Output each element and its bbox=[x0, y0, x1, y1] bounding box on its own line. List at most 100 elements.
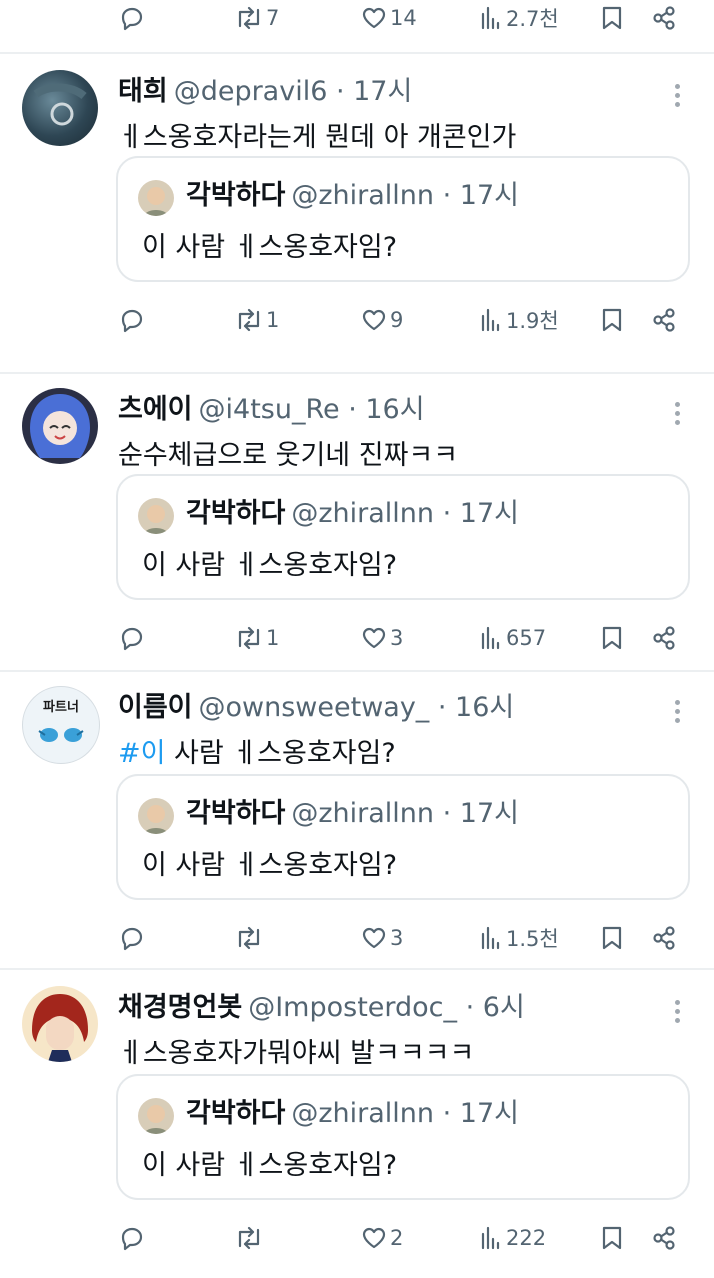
views-count: 657 bbox=[506, 626, 547, 650]
display-name[interactable]: 채경명언봇 bbox=[118, 992, 242, 1023]
quoted-text: 이 사람 ㅔ스옹호자임? bbox=[142, 850, 398, 881]
retweet-button[interactable]: 1 bbox=[234, 618, 279, 658]
display-name[interactable]: 츠에이 bbox=[118, 394, 193, 425]
quoted-tweet[interactable]: 각박하다 @zhirallnn · 17시 이 사람 ㅔ스옹호자임? bbox=[116, 474, 690, 600]
bookmark-icon bbox=[602, 308, 622, 332]
handle-and-time[interactable]: @Imposterdoc_ · 6시 bbox=[248, 992, 525, 1023]
retweet-count: 1 bbox=[266, 626, 280, 650]
tweet[interactable]: 채경명언봇 @Imposterdoc_ · 6시 ㅔ스옹호자가뭐야씨 발ㅋㅋㅋㅋ … bbox=[0, 986, 714, 1276]
like-button[interactable]: 2 bbox=[360, 1218, 403, 1258]
bookmark-icon bbox=[602, 926, 622, 950]
views-button[interactable]: 2.7천 bbox=[478, 0, 559, 38]
views-icon bbox=[481, 1226, 500, 1250]
avatar[interactable] bbox=[22, 70, 98, 146]
quoted-avatar bbox=[138, 180, 174, 216]
tweet-header: 츠에이 @i4tsu_Re · 16시 bbox=[118, 390, 425, 430]
retweet-icon bbox=[238, 926, 260, 950]
retweet-button[interactable] bbox=[234, 918, 266, 958]
share-button[interactable] bbox=[650, 300, 678, 340]
handle-and-time[interactable]: @ownsweetway_ · 16시 bbox=[199, 692, 515, 723]
quoted-tweet[interactable]: 각박하다 @zhirallnn · 17시 이 사람 ㅔ스옹호자임? bbox=[116, 156, 690, 282]
tweet-actions: 1 3 657 bbox=[0, 618, 714, 658]
views-icon bbox=[481, 626, 500, 650]
quoted-handle-and-time: @zhirallnn · 17시 bbox=[291, 798, 519, 829]
reply-icon bbox=[121, 7, 143, 31]
tweet-header: 채경명언봇 @Imposterdoc_ · 6시 bbox=[118, 988, 525, 1028]
hashtag-link[interactable]: #이 bbox=[118, 738, 165, 769]
quoted-text: 이 사람 ㅔ스옹호자임? bbox=[142, 1150, 398, 1181]
quoted-tweet[interactable]: 각박하다 @zhirallnn · 17시 이 사람 ㅔ스옹호자임? bbox=[116, 1074, 690, 1200]
avatar[interactable] bbox=[22, 388, 98, 464]
views-button[interactable]: 1.9천 bbox=[478, 300, 559, 340]
views-icon bbox=[481, 926, 500, 950]
more-options-icon[interactable] bbox=[666, 402, 688, 426]
handle-and-time[interactable]: @i4tsu_Re · 16시 bbox=[199, 394, 425, 425]
divider bbox=[0, 52, 714, 54]
share-button[interactable] bbox=[650, 0, 678, 38]
tweet-header: 이름이 @ownsweetway_ · 16시 bbox=[118, 688, 514, 728]
tweet[interactable]: 츠에이 @i4tsu_Re · 16시 순수체급으로 웃기네 진짜ㅋㅋ 각박하다 @… bbox=[0, 388, 714, 668]
tweet-text-rest: 사람 ㅔ스옹호자임? bbox=[165, 738, 396, 769]
display-name[interactable]: 태희 bbox=[118, 76, 168, 107]
reply-icon bbox=[121, 309, 143, 333]
more-options-icon[interactable] bbox=[666, 1000, 688, 1024]
share-button[interactable] bbox=[650, 1218, 678, 1258]
tweet-actions: 1 9 1.9천 bbox=[0, 300, 714, 340]
handle-and-time[interactable]: @depravil6 · 17시 bbox=[174, 76, 413, 107]
tweet-text: ㅔ스옹호자가뭐야씨 발ㅋㅋㅋㅋ bbox=[118, 1038, 475, 1069]
quoted-display-name: 각박하다 bbox=[186, 180, 286, 211]
previous-tweet-actions: 7 14 2.7천 bbox=[0, 0, 714, 52]
bookmark-button[interactable] bbox=[600, 0, 624, 38]
retweet-count: 1 bbox=[266, 308, 280, 332]
retweet-button[interactable]: 1 bbox=[234, 300, 279, 340]
like-button[interactable]: 9 bbox=[360, 300, 403, 340]
avatar-image bbox=[30, 394, 90, 458]
tweet-actions: 2 222 bbox=[0, 1218, 714, 1258]
heart-icon bbox=[362, 627, 386, 649]
like-count: 2 bbox=[390, 1226, 404, 1250]
reply-button[interactable] bbox=[118, 300, 146, 340]
quoted-display-name: 각박하다 bbox=[186, 798, 286, 829]
display-name[interactable]: 이름이 bbox=[118, 692, 193, 723]
like-button[interactable]: 3 bbox=[360, 618, 403, 658]
share-icon bbox=[653, 1226, 675, 1250]
bookmark-button[interactable] bbox=[600, 300, 624, 340]
retweet-button[interactable] bbox=[234, 1218, 266, 1258]
reply-button[interactable] bbox=[118, 0, 146, 38]
views-count: 2.7천 bbox=[506, 7, 559, 31]
more-options-icon[interactable] bbox=[666, 700, 688, 724]
quoted-handle-and-time: @zhirallnn · 17시 bbox=[291, 180, 519, 211]
bookmark-button[interactable] bbox=[600, 918, 624, 958]
like-button[interactable]: 3 bbox=[360, 918, 403, 958]
avatar[interactable]: 파트너 bbox=[22, 686, 100, 764]
quoted-avatar bbox=[138, 798, 174, 834]
reply-button[interactable] bbox=[118, 918, 146, 958]
views-count: 1.9천 bbox=[506, 309, 559, 333]
views-count: 1.5천 bbox=[506, 927, 559, 951]
like-count: 3 bbox=[390, 626, 404, 650]
views-count: 222 bbox=[506, 1226, 547, 1250]
retweet-button[interactable]: 7 bbox=[234, 0, 279, 38]
quoted-tweet[interactable]: 각박하다 @zhirallnn · 17시 이 사람 ㅔ스옹호자임? bbox=[116, 774, 690, 900]
views-button[interactable]: 1.5천 bbox=[478, 918, 559, 958]
reply-button[interactable] bbox=[118, 1218, 146, 1258]
bookmark-icon bbox=[602, 6, 622, 30]
avatar[interactable] bbox=[22, 986, 98, 1062]
like-button[interactable]: 14 bbox=[360, 0, 417, 38]
quoted-header: 각박하다 @zhirallnn · 17시 bbox=[186, 1094, 519, 1134]
views-button[interactable]: 657 bbox=[478, 618, 546, 658]
like-count: 3 bbox=[390, 926, 404, 950]
reply-button[interactable] bbox=[118, 618, 146, 658]
share-button[interactable] bbox=[650, 618, 678, 658]
bookmark-button[interactable] bbox=[600, 1218, 624, 1258]
tweet-actions: 3 1.5천 bbox=[0, 918, 714, 958]
quoted-header: 각박하다 @zhirallnn · 17시 bbox=[186, 176, 519, 216]
divider bbox=[0, 670, 714, 672]
bookmark-button[interactable] bbox=[600, 618, 624, 658]
share-icon bbox=[653, 6, 675, 30]
tweet[interactable]: 파트너 이름이 @ownsweetway_ · 16시 #이 사람 ㅔ스옹호자임?… bbox=[0, 686, 714, 966]
views-button[interactable]: 222 bbox=[478, 1218, 546, 1258]
more-options-icon[interactable] bbox=[666, 84, 688, 108]
tweet[interactable]: 태희 @depravil6 · 17시 ㅔ스옹호자라는게 뭔데 아 개콘인가 각박… bbox=[0, 70, 714, 360]
share-button[interactable] bbox=[650, 918, 678, 958]
